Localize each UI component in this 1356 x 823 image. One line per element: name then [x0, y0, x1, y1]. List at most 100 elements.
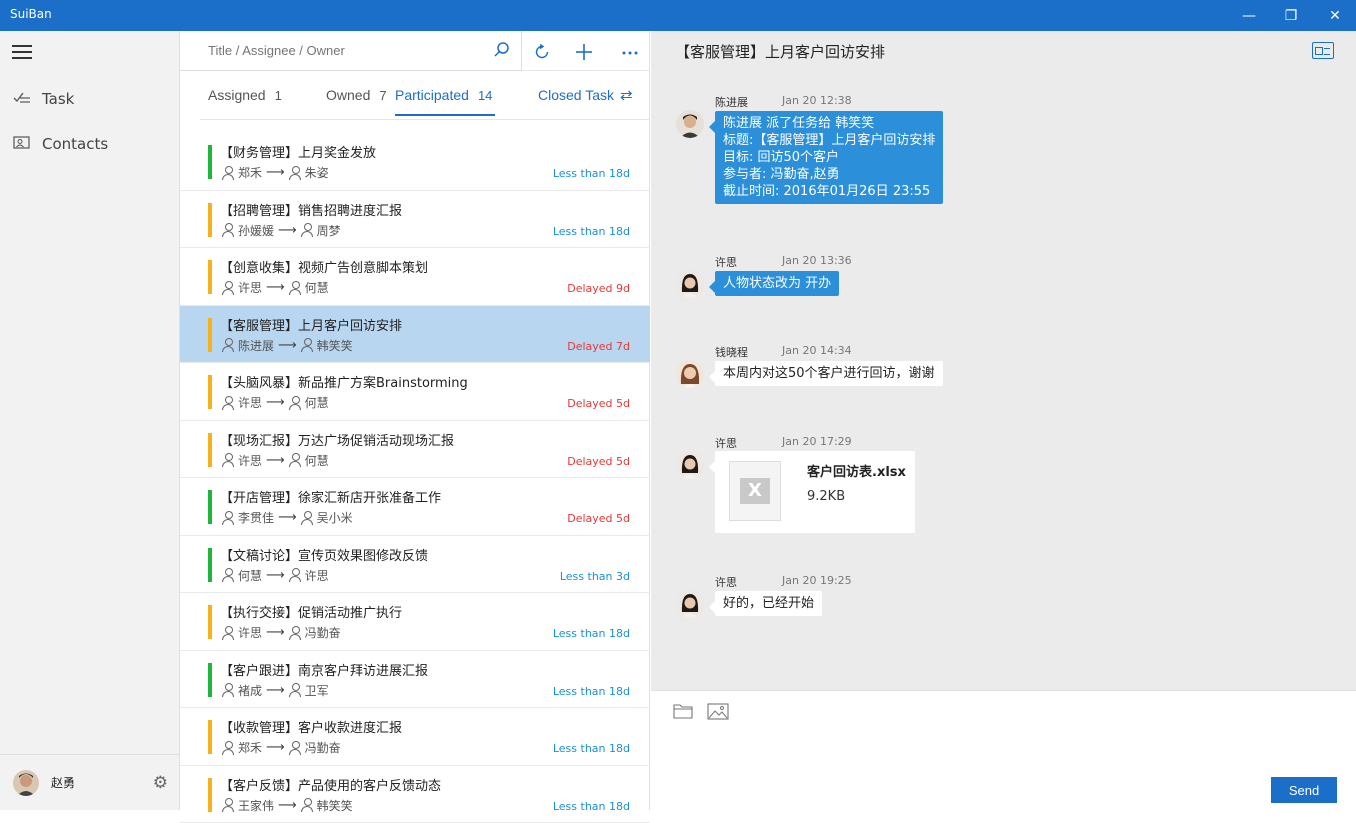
folder-icon[interactable]: [673, 703, 693, 719]
person-icon: [222, 568, 234, 582]
person-icon: [222, 683, 234, 697]
task-row[interactable]: 【财务管理】上月奖金发放郑禾⟶朱姿Less than 18d: [180, 133, 650, 191]
arrow-icon: ⟶: [266, 740, 285, 755]
search-icon[interactable]: [493, 41, 511, 59]
image-icon[interactable]: [707, 703, 729, 720]
priority-bar: [208, 433, 212, 467]
arrow-icon: ⟶: [278, 798, 297, 813]
task-owner: 许思: [238, 394, 262, 411]
task-row[interactable]: 【客户反馈】产品使用的客户反馈动态王家伟⟶韩笑笑Less than 18d: [180, 766, 650, 823]
person-icon: [222, 223, 234, 237]
arrow-icon: ⟶: [278, 223, 297, 238]
task-status: Delayed 5d: [567, 397, 630, 410]
arrow-icon: ⟶: [266, 683, 285, 698]
swap-icon: ⇄: [620, 87, 633, 104]
task-title: 【执行交接】促销活动推广执行: [220, 602, 402, 621]
message-input[interactable]: [671, 731, 1331, 791]
arrow-icon: ⟶: [266, 280, 285, 295]
tab-assigned[interactable]: Assigned1: [208, 87, 282, 103]
message-bubble: 人物状态改为 开办: [715, 271, 839, 296]
task-status: Delayed 5d: [567, 512, 630, 525]
avatar: [676, 590, 704, 618]
send-button[interactable]: Send: [1271, 777, 1337, 803]
person-icon: [222, 626, 234, 640]
user-name: 赵勇: [51, 774, 75, 791]
message-sender: 许思: [715, 254, 737, 270]
arrow-icon: ⟶: [266, 453, 285, 468]
message-bubble: 本周内对这50个客户进行回访，谢谢: [715, 361, 943, 386]
message-bubble: 好的，已经开始: [715, 591, 822, 616]
task-assignee: 冯勤奋: [305, 624, 341, 641]
task-list: 【财务管理】上月奖金发放郑禾⟶朱姿Less than 18d【招聘管理】销售招聘…: [180, 133, 650, 823]
task-row[interactable]: 【现场汇报】万达广场促销活动现场汇报许思⟶何慧Delayed 5d: [180, 421, 650, 479]
task-title: 【客户跟进】南京客户拜访进展汇报: [220, 660, 428, 679]
task-status: Less than 18d: [553, 627, 630, 640]
tab-owned[interactable]: Owned7: [326, 87, 387, 103]
task-owner: 许思: [238, 452, 262, 469]
message-line: 标题:【客服管理】上月客户回访安排: [723, 132, 935, 149]
closed-task-link[interactable]: Closed Task⇄: [538, 86, 633, 104]
task-assignee: 朱姿: [305, 164, 329, 181]
task-title: 【头脑风暴】新品推广方案Brainstorming: [220, 372, 468, 391]
task-status: Less than 18d: [553, 167, 630, 180]
task-row[interactable]: 【客服管理】上月客户回访安排陈进展⟶韩笑笑Delayed 7d: [180, 306, 650, 364]
search-input[interactable]: [180, 31, 522, 71]
task-status: Less than 18d: [553, 742, 630, 755]
task-row[interactable]: 【头脑风暴】新品推广方案Brainstorming许思⟶何慧Delayed 5d: [180, 363, 650, 421]
close-button[interactable]: ✕: [1312, 0, 1356, 31]
minimize-button[interactable]: —: [1226, 0, 1272, 31]
nav-item-label: Contacts: [42, 135, 108, 153]
task-row[interactable]: 【创意收集】视频广告创意脚本策划许思⟶何慧Delayed 9d: [180, 248, 650, 306]
task-assignee: 冯勤奋: [305, 739, 341, 756]
task-row[interactable]: 【开店管理】徐家汇新店开张准备工作李贯佳⟶吴小米Delayed 5d: [180, 478, 650, 536]
chat-panel: 【客服管理】上月客户回访安排 陈进展Jan 20 12:38陈进展 派了任务给 …: [651, 31, 1356, 810]
person-icon: [289, 683, 301, 697]
priority-bar: [208, 778, 212, 812]
message-line: 本周内对这50个客户进行回访，谢谢: [723, 365, 935, 382]
arrow-icon: ⟶: [266, 165, 285, 180]
task-row[interactable]: 【收款管理】客户收款进度汇报郑禾⟶冯勤奋Less than 18d: [180, 708, 650, 766]
hamburger-menu-icon[interactable]: [12, 45, 34, 61]
task-assignee: 卫军: [305, 682, 329, 699]
title-bar: SuiBan — ❐ ✕: [0, 0, 1356, 31]
priority-bar: [208, 260, 212, 294]
nav-item-contacts[interactable]: Contacts: [0, 124, 180, 164]
priority-bar: [208, 318, 212, 352]
task-status: Delayed 9d: [567, 282, 630, 295]
file-attachment[interactable]: X客户回访表.xlsx9.2KB: [715, 451, 915, 533]
tab-participated[interactable]: Participated14: [395, 87, 492, 103]
excel-file-icon: X: [729, 461, 781, 521]
person-icon: [301, 223, 313, 237]
person-icon: [289, 741, 301, 755]
add-task-button[interactable]: [569, 37, 599, 67]
task-title: 【文稿讨论】宣传页效果图修改反馈: [220, 545, 428, 564]
priority-bar: [208, 375, 212, 409]
task-row[interactable]: 【执行交接】促销活动推广执行许思⟶冯勤奋Less than 18d: [180, 593, 650, 651]
task-row[interactable]: 【客户跟进】南京客户拜访进展汇报褚成 ⟶ 卫军 Less than 18d: [180, 651, 650, 709]
task-row[interactable]: 【文稿讨论】宣传页效果图修改反馈何慧⟶许思Less than 3d: [180, 536, 650, 594]
task-row[interactable]: 【招聘管理】销售招聘进度汇报孙媛媛⟶周梦Less than 18d: [180, 191, 650, 249]
app-title: SuiBan: [10, 7, 52, 21]
person-icon: [222, 338, 234, 352]
arrow-icon: ⟶: [266, 625, 285, 640]
task-title: 【创意收集】视频广告创意脚本策划: [220, 257, 428, 276]
user-profile[interactable]: 赵勇 ⚙: [0, 754, 180, 810]
task-owner: 褚成: [238, 682, 262, 699]
maximize-button[interactable]: ❐: [1268, 0, 1314, 31]
nav-item-task[interactable]: Task: [0, 79, 180, 119]
message-composer: Send: [651, 690, 1356, 810]
message-line: 参与者: 冯勤奋,赵勇: [723, 166, 935, 183]
priority-bar: [208, 145, 212, 179]
task-status: Less than 18d: [553, 685, 630, 698]
gear-icon[interactable]: ⚙: [153, 773, 168, 793]
message-line: 陈进展 派了任务给 韩笑笑: [723, 115, 935, 132]
message-time: Jan 20 19:25: [782, 574, 852, 587]
arrow-icon: ⟶: [266, 568, 285, 583]
task-detail-icon[interactable]: [1312, 42, 1334, 59]
priority-bar: [208, 605, 212, 639]
task-status: Less than 18d: [553, 800, 630, 813]
task-people: 郑禾⟶朱姿: [222, 164, 329, 181]
refresh-icon[interactable]: [527, 37, 557, 67]
more-icon[interactable]: [615, 33, 645, 63]
message-bubble: 陈进展 派了任务给 韩笑笑标题:【客服管理】上月客户回访安排目标: 回访50个客…: [715, 111, 943, 204]
